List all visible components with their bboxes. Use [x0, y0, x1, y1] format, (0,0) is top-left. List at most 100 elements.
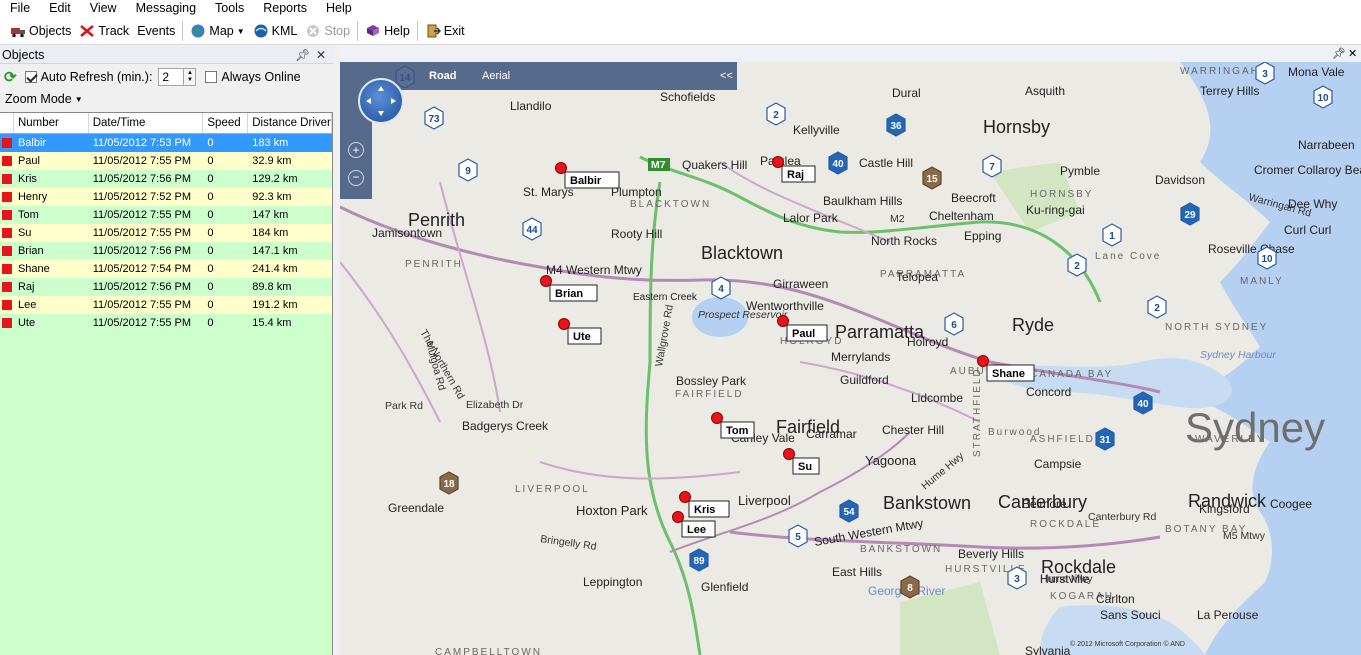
- table-row[interactable]: Su 11/05/2012 7:55 PM 0 184 km: [0, 224, 332, 242]
- table-row[interactable]: Tom 11/05/2012 7:55 PM 0 147 km: [0, 206, 332, 224]
- route-shield-number: 3: [1014, 574, 1020, 585]
- exit-door-icon: [425, 23, 441, 39]
- table-row[interactable]: Kris 11/05/2012 7:56 PM 0 129.2 km: [0, 170, 332, 188]
- marker-dot[interactable]: [558, 318, 570, 330]
- menu-file[interactable]: File: [0, 0, 39, 18]
- table-row[interactable]: Paul 11/05/2012 7:55 PM 0 32.9 km: [0, 152, 332, 170]
- exit-button[interactable]: Exit: [421, 19, 469, 43]
- menu-help[interactable]: Help: [316, 0, 361, 18]
- table-row[interactable]: Ute 11/05/2012 7:55 PM 0 15.4 km: [0, 314, 332, 332]
- table-row[interactable]: Raj 11/05/2012 7:56 PM 0 89.8 km: [0, 278, 332, 296]
- marker-label: Lee: [687, 524, 706, 536]
- cell-speed: 0: [207, 173, 214, 185]
- refresh-spinner[interactable]: ▲ ▼: [184, 68, 197, 86]
- close-icon[interactable]: ✕: [314, 48, 328, 62]
- objects-button[interactable]: Objects: [6, 19, 75, 43]
- zoom-out-button[interactable]: −: [348, 170, 364, 186]
- kml-button[interactable]: KML: [249, 19, 302, 43]
- town-label: Leppington: [583, 575, 642, 589]
- map-view[interactable]: Prospect Reservoir BLACKTOWN PENRITH PAR…: [340, 62, 1361, 655]
- harbour-label: Sydney Harbour: [1200, 349, 1276, 361]
- auto-refresh-value-input[interactable]: 2: [158, 68, 185, 86]
- route-shield-number: 36: [890, 121, 902, 132]
- map-button[interactable]: Map ▼: [186, 19, 248, 43]
- city-label: Parramatta: [835, 322, 925, 342]
- route-shield: 6: [944, 312, 964, 336]
- status-indicator: [0, 153, 14, 169]
- marker-dot[interactable]: [672, 511, 684, 523]
- menu-view[interactable]: View: [80, 0, 126, 18]
- table-row[interactable]: Shane 11/05/2012 7:54 PM 0 241.4 km: [0, 260, 332, 278]
- pan-control[interactable]: [358, 78, 404, 124]
- route-shield-number: 4: [718, 284, 724, 295]
- marker-dot[interactable]: [977, 355, 989, 367]
- refresh-icon[interactable]: ⟳: [4, 68, 17, 86]
- table-row[interactable]: Lee 11/05/2012 7:55 PM 0 191.2 km: [0, 296, 332, 314]
- route-shield: 15: [922, 166, 942, 190]
- grid-header-indicator: [0, 113, 14, 133]
- collapse-nav-button[interactable]: <<: [720, 70, 733, 82]
- district-label: MANLY: [1240, 276, 1284, 287]
- column-distance[interactable]: Distance Driven: [248, 113, 332, 133]
- marker-dot[interactable]: [783, 448, 795, 460]
- menu-messaging[interactable]: Messaging: [126, 0, 205, 18]
- column-datetime[interactable]: Date/Time: [89, 113, 204, 133]
- map-mode-bar: Road Aerial <<: [372, 62, 737, 90]
- menu-edit[interactable]: Edit: [39, 0, 80, 18]
- menu-reports[interactable]: Reports: [253, 0, 316, 18]
- events-button[interactable]: Events: [133, 19, 179, 43]
- route-shield: 2: [1147, 295, 1167, 319]
- table-row[interactable]: Balbir 11/05/2012 7:53 PM 0 183 km: [0, 134, 332, 152]
- cell-datetime: 11/05/2012 7:56 PM: [92, 173, 192, 185]
- district-label: BLACKTOWN: [630, 199, 711, 210]
- objects-grid: Number Date/Time Speed Distance Driven B…: [0, 112, 333, 655]
- menu-tools[interactable]: Tools: [205, 0, 253, 18]
- route-shield: 8: [900, 575, 920, 599]
- route-shield-number: 15: [926, 174, 938, 185]
- panel-title: Objects: [2, 47, 45, 62]
- marker-dot[interactable]: [540, 275, 552, 287]
- always-online-checkbox[interactable]: [205, 71, 218, 83]
- column-number[interactable]: Number: [14, 113, 89, 133]
- aerial-mode-tab[interactable]: Aerial: [482, 70, 510, 82]
- marker-dot[interactable]: [777, 315, 789, 327]
- cell-speed: 0: [207, 317, 214, 329]
- help-button[interactable]: Help: [361, 19, 414, 43]
- route-shield: 5: [788, 524, 808, 548]
- zoom-mode-dropdown[interactable]: Zoom Mode ▼: [0, 89, 333, 109]
- town-label: La Perouse: [1197, 608, 1259, 622]
- town-label: Cromer Collaroy Beach: [1254, 163, 1361, 177]
- district-label: CANADA BAY: [1030, 369, 1113, 380]
- kml-label: KML: [271, 24, 298, 38]
- route-shield-number: 8: [907, 583, 913, 594]
- pin-icon[interactable]: 📌︎: [1332, 47, 1346, 60]
- zoom-in-button[interactable]: +: [348, 142, 364, 158]
- district-label: LIVERPOOL: [515, 484, 590, 495]
- marker-dot[interactable]: [679, 491, 691, 503]
- district-label: HORNSBY: [1030, 189, 1093, 200]
- cell-number: Su: [17, 227, 32, 239]
- town-label: Carlton: [1096, 592, 1135, 606]
- town-label: Curl Curl: [1284, 223, 1331, 237]
- cell-distance: 92.3 km: [252, 191, 292, 203]
- close-icon[interactable]: ✕: [1348, 47, 1357, 60]
- events-label: Events: [137, 24, 176, 38]
- pin-icon[interactable]: 📌︎: [295, 48, 310, 62]
- town-label: Baulkham Hills: [823, 194, 902, 208]
- marker-dot[interactable]: [772, 156, 784, 168]
- auto-refresh-checkbox[interactable]: [24, 71, 37, 83]
- road-mode-tab[interactable]: Road: [429, 70, 457, 82]
- column-speed[interactable]: Speed: [203, 113, 249, 133]
- table-row[interactable]: Henry 11/05/2012 7:52 PM 0 92.3 km: [0, 188, 332, 206]
- town-label: Terrey Hills: [1200, 84, 1259, 98]
- cell-number: Paul: [17, 155, 40, 167]
- stop-button[interactable]: Stop: [301, 19, 354, 43]
- city-label: Bankstown: [883, 493, 971, 513]
- cell-datetime: 11/05/2012 7:55 PM: [92, 299, 192, 311]
- route-shield: 31: [1095, 427, 1115, 451]
- town-label: Glenfield: [701, 580, 748, 594]
- marker-dot[interactable]: [555, 162, 567, 174]
- table-row[interactable]: Brian 11/05/2012 7:56 PM 0 147.1 km: [0, 242, 332, 260]
- track-button[interactable]: Track: [75, 19, 133, 43]
- marker-dot[interactable]: [711, 412, 723, 424]
